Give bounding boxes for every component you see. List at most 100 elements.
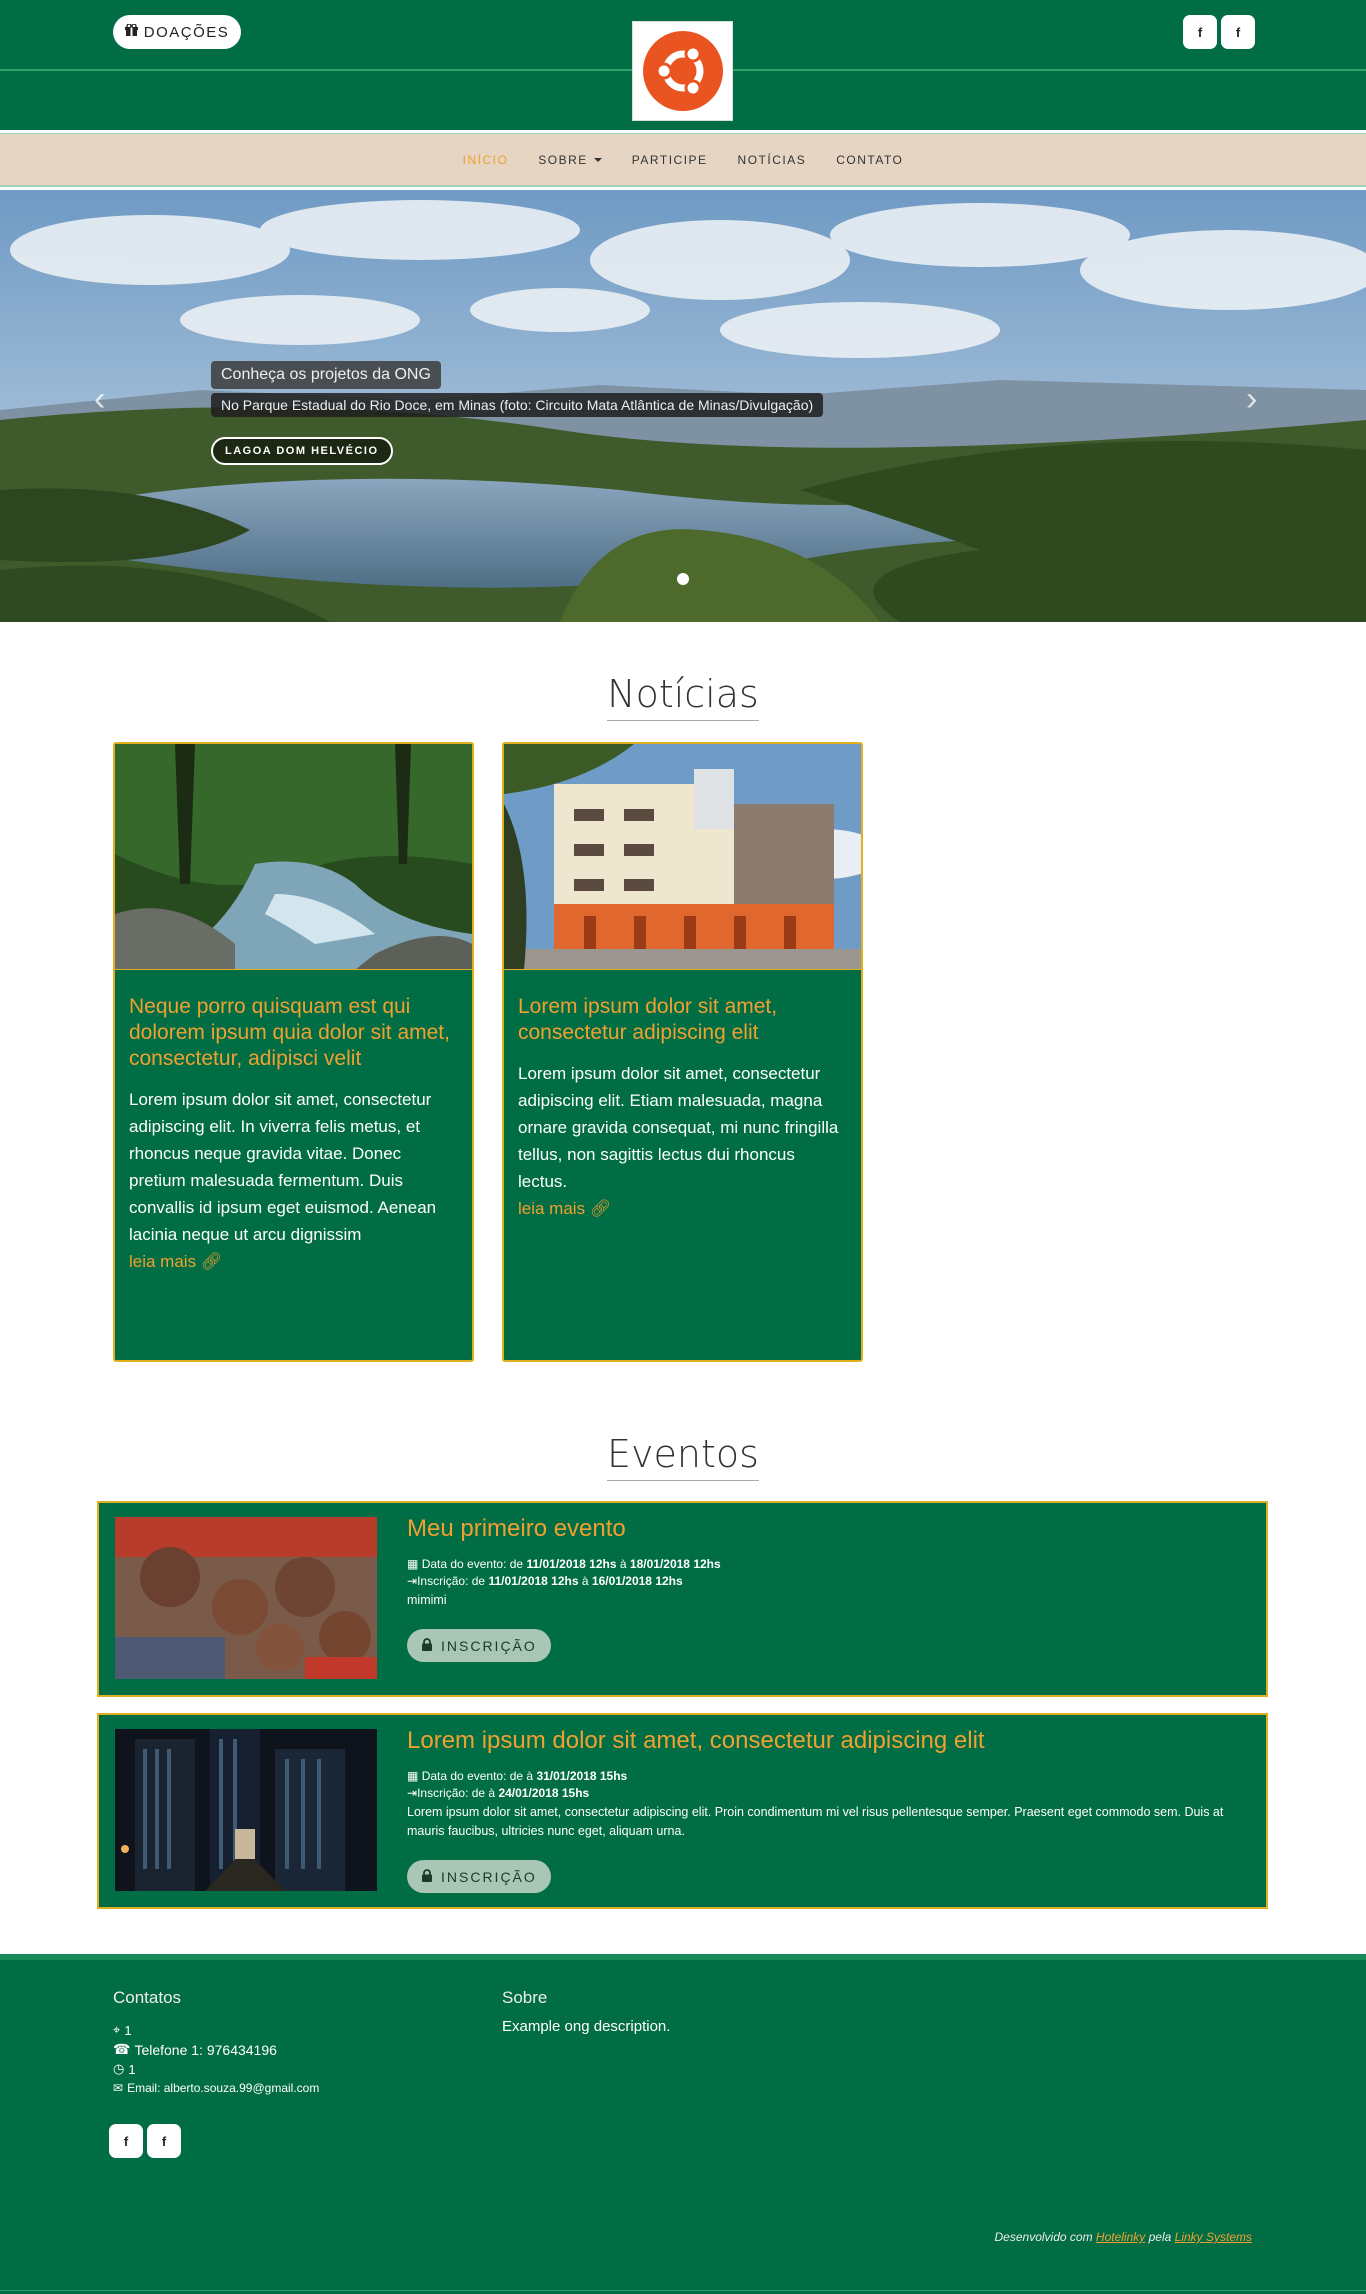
read-more-link[interactable]: leia mais 🔗︎ bbox=[129, 1248, 458, 1275]
news-card-body: Lorem ipsum dolor sit amet, consectetur … bbox=[129, 1090, 437, 1244]
event-date: ▦ Data do evento: de 11/01/2018 12hs à 1… bbox=[407, 1556, 721, 1573]
register-button[interactable]: INSCRIÇÃO bbox=[407, 1860, 551, 1893]
developer-credit: Desenvolvido com Hotelinky pela Linky Sy… bbox=[995, 2230, 1252, 2244]
contact-email: ✉ Email: alberto.souza.99@gmail.com bbox=[113, 2081, 319, 2095]
event-title[interactable]: Meu primeiro evento bbox=[407, 1515, 626, 1543]
social-links-footer: f f bbox=[109, 2124, 181, 2158]
news-title-text: Notícias bbox=[607, 672, 759, 721]
donate-button[interactable]: DOAÇÕES bbox=[113, 15, 241, 49]
event-image-children bbox=[115, 1517, 377, 1679]
event-date-label: Data do evento: de à bbox=[421, 1769, 534, 1783]
children-photo bbox=[115, 1517, 377, 1679]
event-date-to: 31/01/2018 15hs bbox=[536, 1769, 628, 1783]
read-more-label: leia mais bbox=[129, 1252, 197, 1271]
read-more-label: leia mais bbox=[518, 1199, 586, 1218]
site-logo[interactable] bbox=[632, 21, 733, 121]
contact-hours: ◷ 1 bbox=[113, 2061, 136, 2077]
gift-icon bbox=[124, 22, 138, 41]
calendar-icon: ▦ bbox=[407, 1769, 419, 1783]
event-reg-to: 16/01/2018 12hs bbox=[591, 1574, 683, 1588]
news-image-stream[interactable] bbox=[115, 744, 472, 970]
news-image-building[interactable] bbox=[504, 744, 861, 970]
register-label: INSCRIÇÃO bbox=[441, 1868, 537, 1885]
contact-address: ⌖ 1 bbox=[113, 2022, 132, 2038]
caret-down-icon bbox=[593, 158, 602, 163]
facebook-icon[interactable]: f bbox=[147, 2124, 181, 2158]
clock-icon: ◷ bbox=[113, 2061, 125, 2076]
ubuntu-logo-icon bbox=[642, 31, 723, 111]
event-card: Meu primeiro evento ▦ Data do evento: de… bbox=[97, 1501, 1268, 1697]
carousel-indicator[interactable] bbox=[677, 573, 689, 585]
sign-in-icon: ⇥ bbox=[407, 1786, 418, 1800]
read-more-link[interactable]: leia mais 🔗︎ bbox=[518, 1195, 847, 1222]
about-heading: Sobre bbox=[502, 1988, 548, 2007]
carousel-prev-icon[interactable]: ‹ bbox=[94, 380, 105, 419]
news-card-title[interactable]: Neque porro quisquam est qui dolorem ips… bbox=[129, 994, 458, 1072]
pin-icon: ⌖ bbox=[113, 2022, 121, 2037]
contact-phone: ☎ Telefone 1: 976434196 bbox=[113, 2041, 277, 2058]
nav-item-noticias[interactable]: NOTÍCIAS bbox=[738, 153, 807, 167]
credit-prefix: Desenvolvido com bbox=[994, 2230, 1093, 2244]
link-icon: 🔗︎ bbox=[200, 1252, 223, 1271]
top-header: DOAÇÕES f f bbox=[0, 0, 1366, 130]
event-card: Lorem ipsum dolor sit amet, consectetur … bbox=[97, 1713, 1268, 1909]
news-card[interactable]: Neque porro quisquam est qui dolorem ips… bbox=[113, 742, 474, 1362]
footer: Contatos ⌖ 1 ☎ Telefone 1: 976434196 ◷ 1 ✉ E… bbox=[0, 1954, 1366, 2294]
news-section-title: Notícias bbox=[0, 672, 1366, 721]
credit-mid: pela bbox=[1148, 2230, 1172, 2244]
phone-text: Telefone 1: 976434196 bbox=[134, 2041, 277, 2058]
event-reg-to: 24/01/2018 15hs bbox=[498, 1786, 590, 1800]
lock-icon bbox=[421, 1637, 433, 1654]
event-registration: ⇥Inscrição: de 11/01/2018 12hs à 16/01/2… bbox=[407, 1573, 683, 1590]
city-night-photo bbox=[115, 1729, 377, 1891]
main-nav: INÍCIO SOBRE PARTICIPE NOTÍCIAS CONTATO bbox=[0, 133, 1366, 187]
event-reg-label: Inscrição: de bbox=[417, 1574, 486, 1588]
register-label: INSCRIÇÃO bbox=[441, 1637, 537, 1654]
sign-in-icon: ⇥ bbox=[407, 1574, 418, 1588]
event-date-to: 18/01/2018 12hs bbox=[629, 1557, 721, 1571]
phone-icon: ☎ bbox=[113, 2041, 131, 2057]
hero-caption-title: Conheça os projetos da ONG bbox=[211, 361, 441, 389]
nav-item-contato[interactable]: CONTATO bbox=[836, 153, 903, 167]
lock-icon bbox=[421, 1868, 433, 1885]
facebook-icon[interactable]: f bbox=[1183, 15, 1217, 49]
events-title-text: Eventos bbox=[607, 1432, 759, 1481]
event-description: Lorem ipsum dolor sit amet, consectetur … bbox=[407, 1805, 1224, 1838]
nav-item-label: SOBRE bbox=[538, 152, 588, 167]
address-text: 1 bbox=[124, 2022, 132, 2038]
about-text: Example ong description. bbox=[502, 2018, 671, 2035]
hero-caption-text: No Parque Estadual do Rio Doce, em Minas… bbox=[211, 393, 824, 417]
event-description: mimimi bbox=[407, 1593, 447, 1607]
forest-stream-image bbox=[115, 744, 472, 969]
footer-bottom-line bbox=[0, 2290, 1366, 2291]
hero-cta-button[interactable]: LAGOA DOM HELVÉCIO bbox=[211, 437, 393, 465]
news-card[interactable]: Lorem ipsum dolor sit amet, consectetur … bbox=[502, 742, 863, 1362]
nav-item-sobre[interactable]: SOBRE bbox=[538, 153, 602, 167]
event-registration: ⇥Inscrição: de à 24/01/2018 15hs bbox=[407, 1785, 589, 1802]
news-card-body: Lorem ipsum dolor sit amet, consectetur … bbox=[518, 1064, 839, 1191]
hotelinky-link[interactable]: Hotelinky bbox=[1096, 2230, 1145, 2244]
event-date: ▦ Data do evento: de à 31/01/2018 15hs bbox=[407, 1768, 627, 1785]
carousel-next-icon[interactable]: › bbox=[1246, 380, 1257, 419]
facebook-icon[interactable]: f bbox=[109, 2124, 143, 2158]
event-reg-label: Inscrição: de à bbox=[417, 1786, 496, 1800]
facebook-icon[interactable]: f bbox=[1221, 15, 1255, 49]
linky-systems-link[interactable]: Linky Systems bbox=[1175, 2230, 1252, 2244]
events-section-title: Eventos bbox=[0, 1432, 1366, 1481]
event-reg-sep: à bbox=[581, 1574, 589, 1588]
building-image bbox=[504, 744, 861, 969]
news-card-title[interactable]: Lorem ipsum dolor sit amet, consectetur … bbox=[518, 994, 847, 1046]
nav-item-inicio[interactable]: INÍCIO bbox=[463, 153, 509, 167]
event-title[interactable]: Lorem ipsum dolor sit amet, consectetur … bbox=[407, 1727, 985, 1755]
register-button[interactable]: INSCRIÇÃO bbox=[407, 1629, 551, 1662]
event-image-city bbox=[115, 1729, 377, 1891]
calendar-icon: ▦ bbox=[407, 1557, 419, 1571]
contacts-heading: Contatos bbox=[113, 1988, 182, 2007]
nav-item-participe[interactable]: PARTICIPE bbox=[632, 153, 708, 167]
event-date-from: 11/01/2018 12hs bbox=[526, 1557, 617, 1571]
hours-text: 1 bbox=[128, 2061, 136, 2077]
envelope-icon: ✉ bbox=[113, 2081, 124, 2095]
email-text[interactable]: Email: alberto.souza.99@gmail.com bbox=[127, 2081, 319, 2095]
event-date-label: Data do evento: de bbox=[421, 1557, 524, 1571]
link-icon: 🔗︎ bbox=[589, 1199, 612, 1218]
